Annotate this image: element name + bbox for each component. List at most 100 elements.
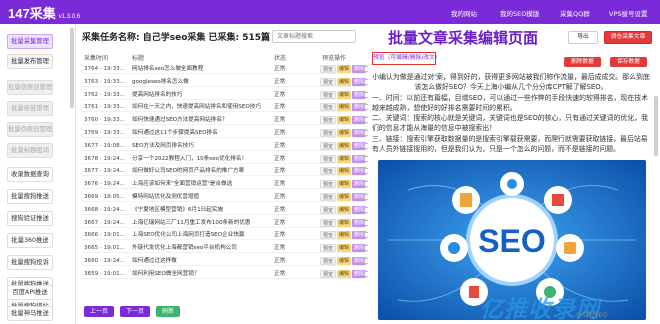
edit-button[interactable]: 编辑 bbox=[337, 167, 352, 176]
sidebar-item-sogou-push[interactable]: 批量搜狗推送 bbox=[7, 189, 53, 204]
prev-page-button[interactable]: 上一页 bbox=[84, 306, 114, 317]
table-row[interactable]: 3761 · 19:33... 如何在一天之内，快速提高网站排名和使用SEO技巧正… bbox=[82, 102, 372, 113]
preview-button[interactable]: 预览 bbox=[320, 257, 337, 265]
row-title[interactable]: 如何通过过这样做 bbox=[132, 256, 270, 266]
row-title[interactable]: 如何快速通过SEO方法提高网站排名？ bbox=[132, 115, 270, 125]
preview-button[interactable]: 预览 bbox=[320, 141, 337, 150]
row-title[interactable]: 如何在一天之内，快速提高网站排名和使用SEO技巧 bbox=[132, 102, 270, 112]
row-title[interactable]: 如何做好公司SEO的网页产品排名的推广方案 bbox=[132, 166, 270, 176]
preview-button[interactable]: 预览 bbox=[320, 231, 337, 240]
sidebar-item-rewrite[interactable]: 批量伪原创管理 bbox=[7, 80, 53, 95]
edit-button[interactable]: 编辑 bbox=[337, 154, 352, 163]
sidebar-item-rewrite-2[interactable]: 批量伪原创管理 bbox=[7, 122, 53, 137]
edit-button[interactable]: 编辑 bbox=[337, 77, 352, 86]
article-body[interactable]: 小编认为做是通过对'案，得到好的，获得更多网站被我们称作流量，最后成成交。那么到… bbox=[372, 72, 650, 154]
nav-seo-template[interactable]: 我的SEO模版 bbox=[500, 8, 539, 18]
sidebar-item-links[interactable]: 批量挂链管理 bbox=[7, 101, 53, 116]
sidebar-scrollbar[interactable] bbox=[70, 28, 74, 108]
sidebar-item-sogou-verify[interactable]: 搜狗验证推送 bbox=[7, 211, 53, 226]
table-row[interactable]: 3659 · 19:01... 如何利用SEO做全网营销？ 正常 预览 编辑 删除 bbox=[82, 269, 372, 279]
preview-button[interactable]: 预览 bbox=[320, 129, 337, 137]
edit-button[interactable]: 编辑 bbox=[337, 193, 352, 201]
preview-button[interactable]: 预览 bbox=[320, 167, 337, 176]
preview-button[interactable]: 预览 bbox=[320, 244, 337, 253]
article-paragraph: 一、时间：以前还有篇幅，目增SEO，可以通过一些作弊的手段快速的软得排名，现在技… bbox=[372, 93, 648, 112]
refresh-button[interactable]: 刷新 bbox=[156, 306, 180, 317]
edit-button[interactable]: 编辑 bbox=[337, 231, 352, 240]
next-page-button[interactable]: 下一页 bbox=[120, 306, 150, 317]
row-title[interactable]: 如何利用SEO做全网营销？ bbox=[132, 269, 270, 279]
row-title[interactable]: 提高网站排名的技巧 bbox=[132, 90, 270, 100]
table-row[interactable]: 3677 · 19:08... SEO方法及网页排名技巧 正常 预览 编辑 删除 bbox=[82, 141, 372, 151]
row-title[interactable]: SEO方法及网页排名技巧 bbox=[132, 141, 270, 151]
edit-button[interactable]: 编辑 bbox=[337, 103, 352, 112]
nav-my-site[interactable]: 我的网站 bbox=[451, 8, 477, 18]
preview-button[interactable]: 预览 bbox=[320, 116, 337, 125]
sidebar-item-shenma-push[interactable]: 批量神马推送 bbox=[7, 306, 53, 321]
table-row[interactable]: 3764 · 19:33... 网站排名seo怎么做全面教程 正常 预览 编辑 删除 bbox=[82, 64, 372, 74]
row-status: 正常 bbox=[274, 142, 286, 149]
edit-button[interactable]: 编辑 bbox=[337, 205, 352, 214]
row-title[interactable]: 外链代发优化上海都营销seo平台机构公司 bbox=[132, 243, 270, 253]
edit-button[interactable]: 编辑 bbox=[337, 218, 352, 227]
row-title[interactable]: 上海亿瑞网站三厂11月重工发布100条新的优惠 bbox=[132, 218, 270, 228]
row-title[interactable]: 网站排名seo怎么做全面教程 bbox=[132, 64, 270, 74]
preview-button[interactable]: 预览 bbox=[320, 180, 337, 189]
row-title[interactable]: 如何通过这11个步骤提高SEO排名 bbox=[132, 128, 270, 138]
row-title[interactable]: googleseo排名怎么做 bbox=[132, 77, 270, 87]
nav-qq-group[interactable]: 采集QQ群 bbox=[560, 8, 590, 18]
table-row[interactable]: 3660 · 19:24... 如何通过过这样做 正常 预览 编辑 删除 bbox=[82, 256, 372, 266]
table-row[interactable]: 3678 · 19:24... 分享一个2022教程入门，10条seo优化排名！ 正… bbox=[82, 154, 372, 164]
save-data-button[interactable]: 保存数据 bbox=[610, 57, 647, 67]
sidebar-item-sogou-complaint[interactable]: 批量搜狗投诉 bbox=[7, 255, 53, 270]
row-time: 3761 · 19:33... bbox=[84, 104, 126, 111]
sidebar-item-index-query[interactable]: 收录数据查询 bbox=[7, 167, 53, 182]
edit-button[interactable]: 编辑 bbox=[337, 257, 352, 265]
preview-button[interactable]: 预览 bbox=[320, 269, 337, 278]
search-input[interactable] bbox=[272, 30, 356, 43]
table-row[interactable]: 3677 · 19:24... 如何做好公司SEO的网页产品排名的推广方案 正常 预览… bbox=[82, 166, 372, 177]
edit-button[interactable]: 编辑 bbox=[337, 65, 352, 73]
preview-button[interactable]: 预览 bbox=[320, 90, 337, 99]
preview-button[interactable]: 预览 bbox=[320, 65, 337, 73]
row-title[interactable]: 上海SEO优化公司上海网页打造SEO企业快赢 bbox=[132, 230, 270, 240]
table-row[interactable]: 3762 · 19:33... 提高网站排名的技巧 正常 预览 编辑 删除 bbox=[82, 90, 372, 100]
table-row[interactable]: 3763 · 19:33... googleseo排名怎么做 正常 预览 编辑 删除 bbox=[82, 77, 372, 87]
sidebar-item-baidu-api[interactable]: 百度API推送 bbox=[7, 285, 53, 300]
preview-button[interactable]: 预览 bbox=[320, 154, 337, 163]
edit-button[interactable]: 编辑 bbox=[337, 116, 352, 125]
edit-button[interactable]: 编辑 bbox=[337, 90, 352, 99]
sidebar-item-title-words[interactable]: 批量标题组词 bbox=[7, 143, 53, 158]
preview-button[interactable]: 预览 bbox=[320, 218, 337, 227]
page-scrollbar[interactable] bbox=[654, 96, 658, 156]
table-row[interactable]: 3667 · 19:24... 上海亿瑞网站三厂11月重工发布100条新的优惠 正常… bbox=[82, 218, 372, 228]
edit-button[interactable]: 编辑 bbox=[337, 129, 352, 137]
nav-vps-settings[interactable]: VPS拔号设置 bbox=[609, 8, 648, 18]
preview-button[interactable]: 预览 bbox=[320, 77, 337, 86]
table-row[interactable]: 3676 · 19:24... 上海应该如何来"全面营销运营"是合做选 正常 预览 编辑… bbox=[82, 179, 372, 190]
table-row[interactable]: 3769 · 19:33... 如何通过这11个步骤提高SEO排名 正常 预览 编辑 删除 bbox=[82, 128, 372, 138]
app-logo[interactable]: 147采集 v1.3.0.6 bbox=[8, 3, 80, 22]
publish-button[interactable]: 调仓采集文章 bbox=[604, 31, 652, 44]
table-row[interactable]: 3665 · 19:01... 外链代发优化上海都营销seo平台机构公司 正常 预览编… bbox=[82, 243, 372, 254]
row-title[interactable]: 模特网站优化及测优营增值 bbox=[132, 192, 270, 202]
preview-button[interactable]: 预览 bbox=[320, 193, 337, 201]
edit-button[interactable]: 编辑 bbox=[337, 141, 352, 150]
row-title[interactable]: 《宁夏地区模型营销》6月1日起实施 bbox=[132, 205, 270, 215]
edit-button[interactable]: 编辑 bbox=[337, 269, 352, 278]
table-row[interactable]: 3669 · 18:05... 模特网站优化及测优营增值 正常 预览 编辑 删除 bbox=[82, 192, 372, 202]
sidebar-item-publish[interactable]: 批量发布管理 bbox=[7, 54, 53, 69]
table-row[interactable]: 3666 · 19:01... 上海SEO优化公司上海网页打造SEO企业快赢 正常 预… bbox=[82, 230, 372, 241]
export-button[interactable]: 导出 bbox=[568, 31, 598, 44]
sidebar-item-360-push[interactable]: 批量360推送 bbox=[7, 233, 53, 248]
edit-button[interactable]: 编辑 bbox=[337, 244, 352, 253]
edit-button[interactable]: 编辑 bbox=[337, 180, 352, 189]
row-title[interactable]: 分享一个2022教程入门，10条seo优化排名！ bbox=[132, 154, 270, 164]
sidebar-item-collect[interactable]: 批量采集管理 bbox=[7, 34, 53, 49]
table-row[interactable]: 3668 · 19:24... 《宁夏地区模型营销》6月1日起实施 正常 预览 编辑 删除 bbox=[82, 205, 372, 215]
table-row[interactable]: 3760 · 19:33... 如何快速通过SEO方法提高网站排名？ 正常 预览 编辑删… bbox=[82, 115, 372, 126]
row-title[interactable]: 上海应该如何来"全面营销运营"是合做选 bbox=[132, 179, 270, 189]
preview-button[interactable]: 预览 bbox=[320, 103, 337, 112]
preview-button[interactable]: 预览 bbox=[320, 205, 337, 214]
delete-data-button[interactable]: 删除数据 bbox=[564, 57, 601, 67]
